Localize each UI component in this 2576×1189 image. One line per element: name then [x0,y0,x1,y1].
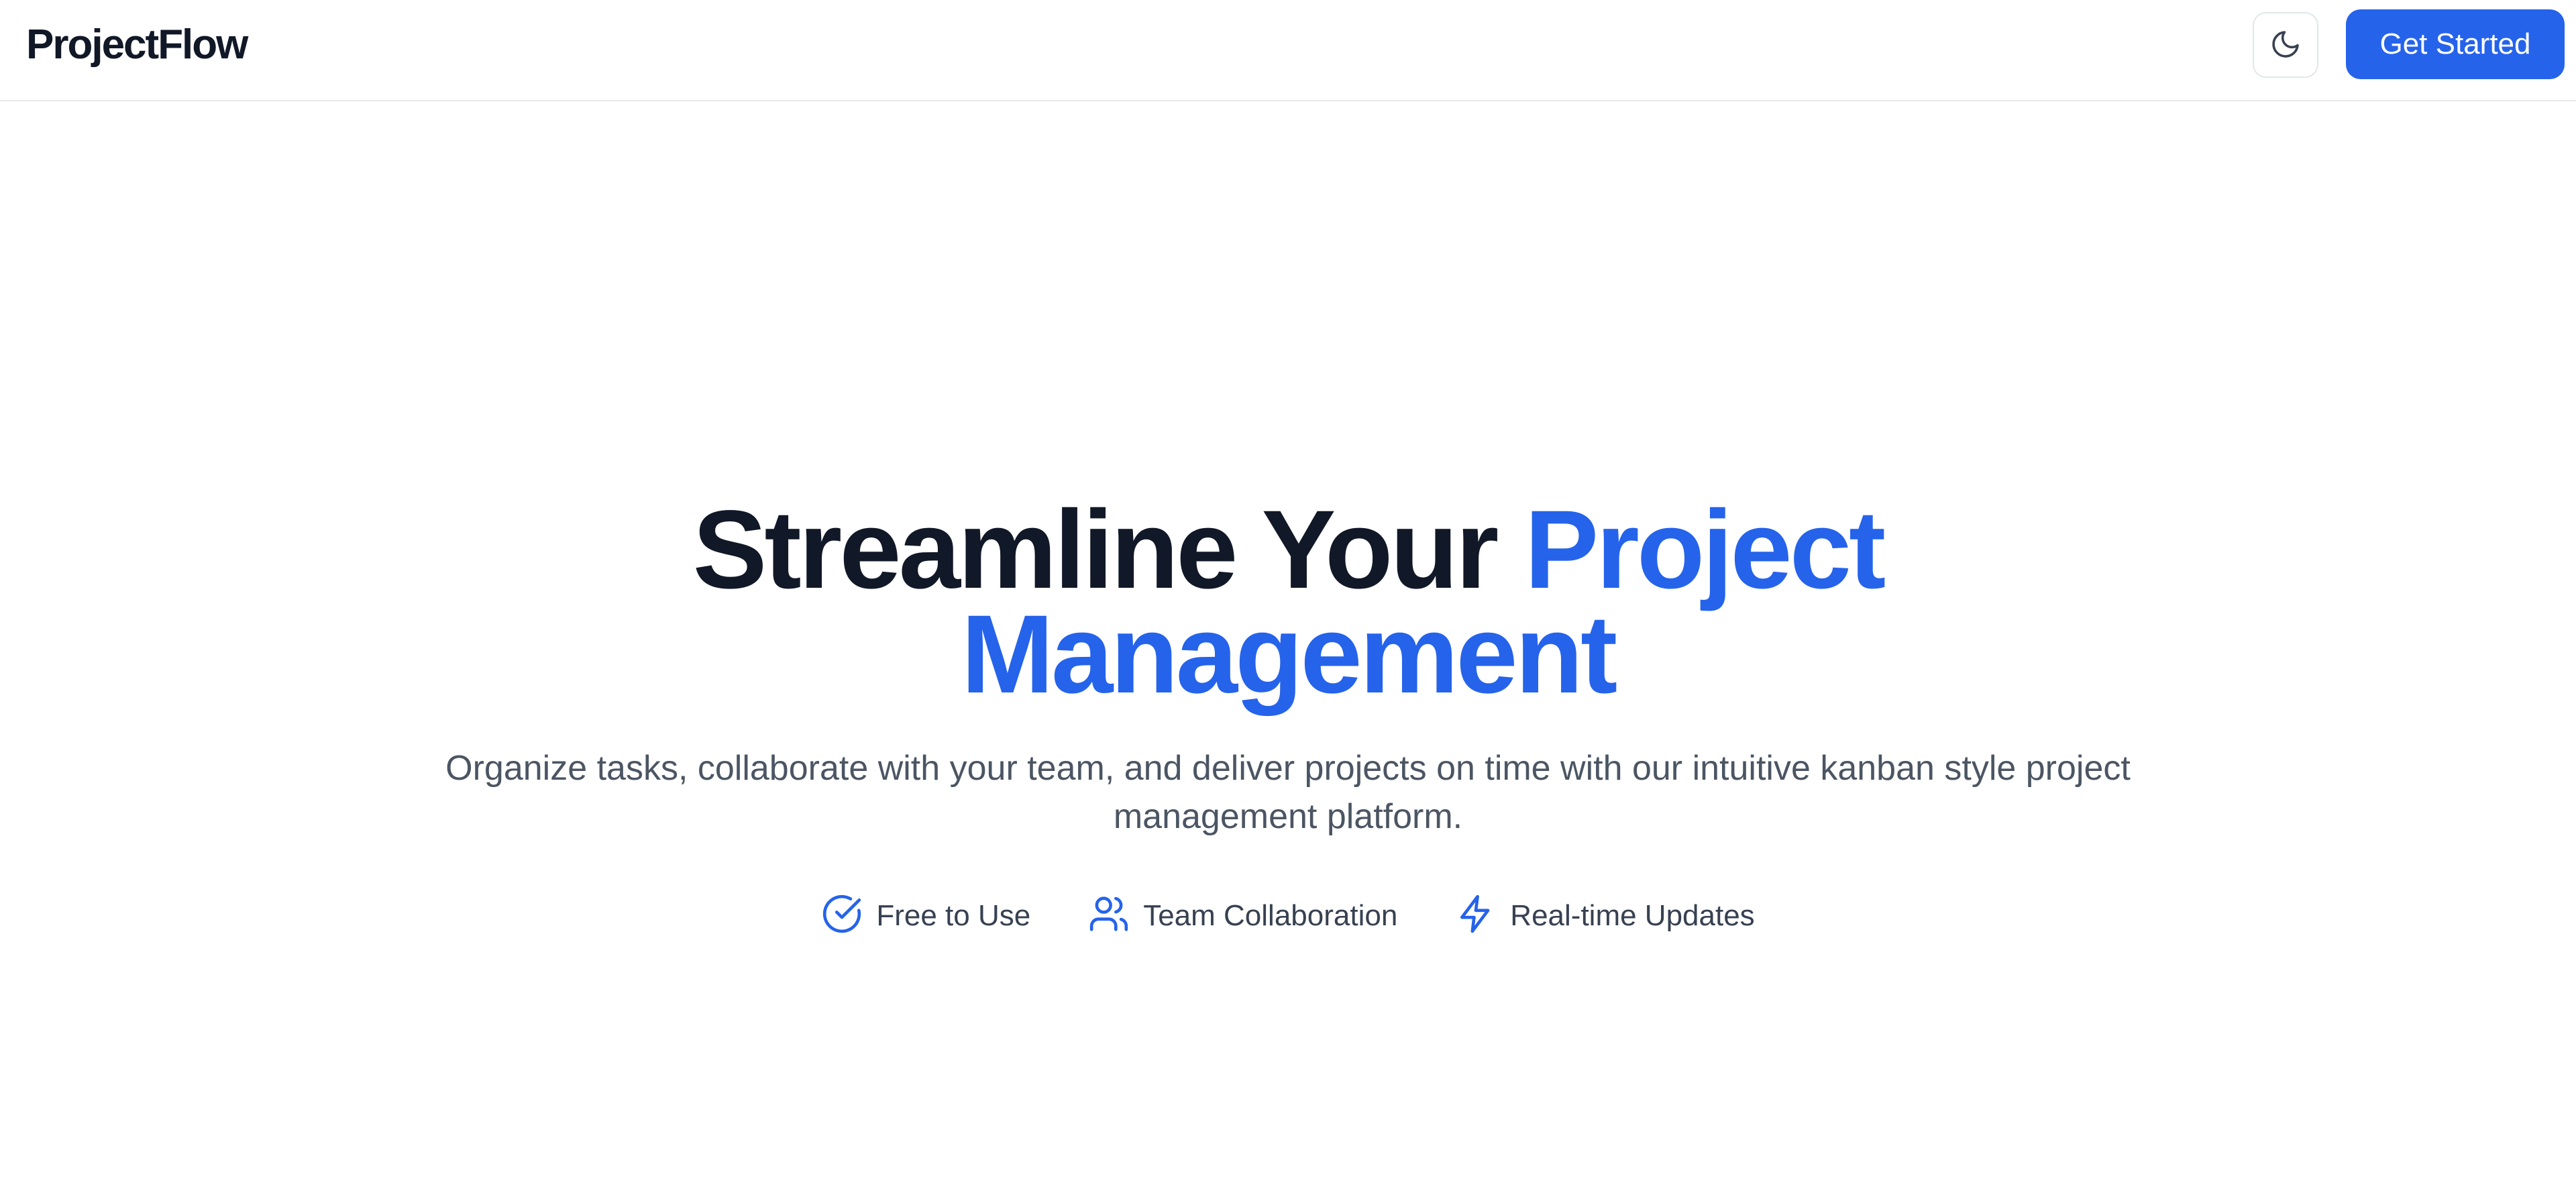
feature-label: Team Collaboration [1143,898,1398,932]
feature-real-time-updates: Real-time Updates [1455,893,1755,938]
feature-team-collaboration: Team Collaboration [1088,893,1397,938]
feature-list: Free to Use Team Collaboration Real-time… [0,893,2576,938]
hero-subtitle: Organize tasks, collaborate with your te… [445,749,2131,836]
get-started-button[interactable]: Get Started [2346,9,2565,79]
lightning-icon [1455,893,1497,938]
hero-section: Streamline Your Project Management Organ… [0,101,2576,1189]
theme-toggle-button[interactable] [2253,12,2318,78]
feature-free-to-use: Free to Use [821,893,1030,938]
check-circle-icon [821,893,863,938]
hero-title-line-1: Streamline Your Project [0,495,2576,606]
hero-title: Streamline Your Project Management [0,495,2576,717]
brand-logo[interactable]: ProjectFlow [26,20,248,70]
hero-title-accent-2: Management [961,592,1618,717]
top-navbar: ProjectFlow Get Started [0,0,2576,101]
feature-label: Real-time Updates [1510,898,1755,932]
moon-icon [2269,28,2302,62]
users-icon [1088,893,1130,938]
feature-label: Free to Use [876,898,1031,932]
